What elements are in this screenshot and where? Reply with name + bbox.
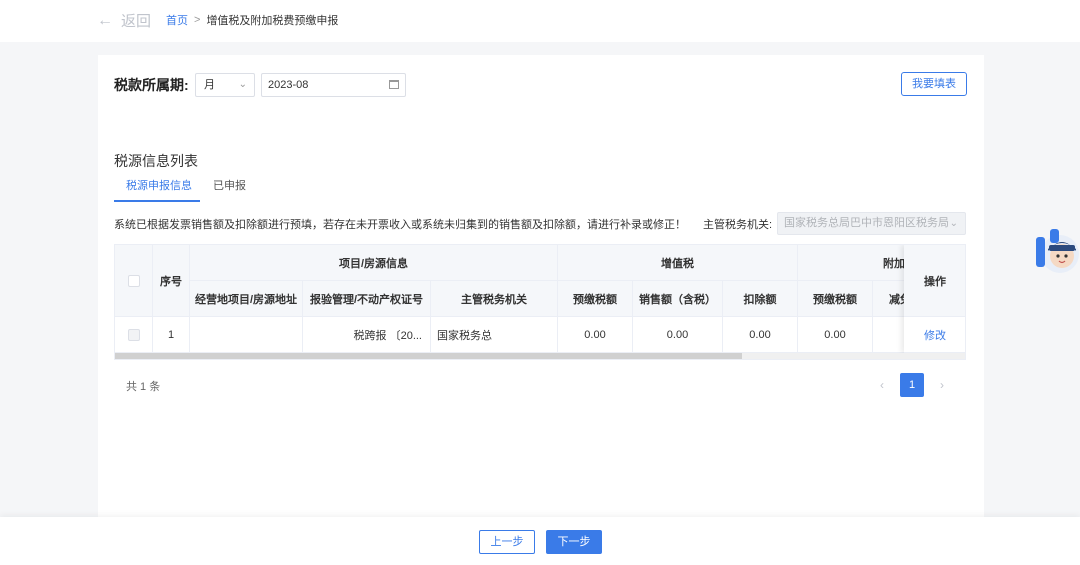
tax-authority-label: 主管税务机关: xyxy=(703,219,773,231)
row-checkbox[interactable] xyxy=(127,328,140,341)
cell-cert-no: 税跨报 〔20... xyxy=(303,317,431,353)
cell-sur-prepaid: 0.00 xyxy=(798,317,873,353)
tax-authority-select: 国家税务总局巴中市恩阳区税务局 ⌄ xyxy=(777,212,966,235)
section-title: 税源信息列表 xyxy=(114,153,198,169)
header-group-project: 项目/房源信息 xyxy=(190,245,558,281)
back-label: 返回 xyxy=(121,13,152,30)
cell-vat-prepaid: 0.00 xyxy=(558,317,633,353)
breadcrumb-separator-icon: > xyxy=(194,14,201,26)
total-count: 共 1 条 xyxy=(126,381,161,393)
breadcrumb: 首页 > 增值税及附加税费预缴申报 xyxy=(166,12,338,28)
period-type-value: 月 xyxy=(204,79,215,91)
header-vat-sales: 销售额（含税） xyxy=(633,281,723,317)
back-button[interactable]: ← 返回 xyxy=(97,10,151,31)
calendar-icon xyxy=(389,80,399,89)
top-bar: ← 返回 首页 > 增值税及附加税费预缴申报 xyxy=(0,0,1080,42)
scrollbar-thumb[interactable] xyxy=(115,353,742,359)
next-step-button[interactable]: 下一步 xyxy=(546,530,602,554)
chevron-down-icon: ⌄ xyxy=(949,218,958,229)
notice-text: 系统已根据发票销售额及扣除额进行预填，若存在未开票收入或系统未归集到的销售额及扣… xyxy=(114,219,686,231)
fill-form-button[interactable]: 我要填表 xyxy=(901,72,967,96)
header-tax-authority: 主管税务机关 xyxy=(431,281,558,317)
tabs: 税源申报信息 已申报 xyxy=(114,173,966,202)
cell-vat-sales: 0.00 xyxy=(633,317,723,353)
active-tab-indicator xyxy=(114,200,200,202)
chevron-down-icon: ⌄ xyxy=(238,79,247,90)
main-panel: 税款所属期: 月 ⌄ 2023-08 我要填表 税源信息列表 税源申报信息 已申… xyxy=(98,55,984,525)
cell-seq: 1 xyxy=(153,317,190,353)
tab-tax-source-info[interactable]: 税源申报信息 xyxy=(126,177,192,193)
header-cert-no: 报验管理/不动产权证号 xyxy=(303,281,431,317)
period-date-picker[interactable]: 2023-08 xyxy=(261,73,406,97)
tab-declared[interactable]: 已申报 xyxy=(213,177,246,193)
edit-link[interactable]: 修改 xyxy=(904,317,965,353)
header-group-vat: 增值税 xyxy=(558,245,798,281)
page-number-current[interactable]: 1 xyxy=(900,373,924,397)
breadcrumb-current: 增值税及附加税费预缴申报 xyxy=(206,15,339,27)
select-all-cell xyxy=(115,245,153,317)
header-group-surcharge: 附加 xyxy=(798,245,918,281)
footer-bar: 上一步 下一步 xyxy=(0,517,1080,565)
pagination: ‹ 1 › xyxy=(872,373,952,397)
header-location: 经营地项目/房源地址 xyxy=(190,281,303,317)
assistant-avatar-icon[interactable] xyxy=(1034,227,1080,277)
header-sur-prepaid: 预缴税额 xyxy=(798,281,873,317)
period-type-select[interactable]: 月 ⌄ xyxy=(195,73,255,97)
chevron-left-icon[interactable]: ‹ xyxy=(872,374,892,396)
row-select-cell xyxy=(115,317,153,353)
tax-authority-value: 国家税务总局巴中市恩阳区税务局 xyxy=(784,217,949,229)
header-vat-prepaid: 预缴税额 xyxy=(558,281,633,317)
cell-location xyxy=(190,317,303,353)
breadcrumb-home-link[interactable]: 首页 xyxy=(166,12,188,28)
tax-source-table: 序号 项目/房源信息 增值税 附加 经营地项目/房源地址 报验管理/不动产权证号… xyxy=(114,244,966,360)
cell-vat-deduction: 0.00 xyxy=(723,317,798,353)
period-date-value: 2023-08 xyxy=(268,79,309,91)
fixed-action-column: 操作 修改 xyxy=(904,245,965,353)
horizontal-scrollbar[interactable] xyxy=(115,353,965,359)
header-vat-deduction: 扣除额 xyxy=(723,281,798,317)
period-label: 税款所属期: xyxy=(114,77,189,93)
chevron-right-icon[interactable]: › xyxy=(932,374,952,396)
prev-step-button[interactable]: 上一步 xyxy=(479,530,535,554)
select-all-checkbox[interactable] xyxy=(127,274,140,287)
arrow-left-icon: ← xyxy=(97,11,113,29)
header-action: 操作 xyxy=(904,245,965,317)
header-seq: 序号 xyxy=(153,245,190,317)
cell-tax-authority: 国家税务总 xyxy=(431,317,558,353)
